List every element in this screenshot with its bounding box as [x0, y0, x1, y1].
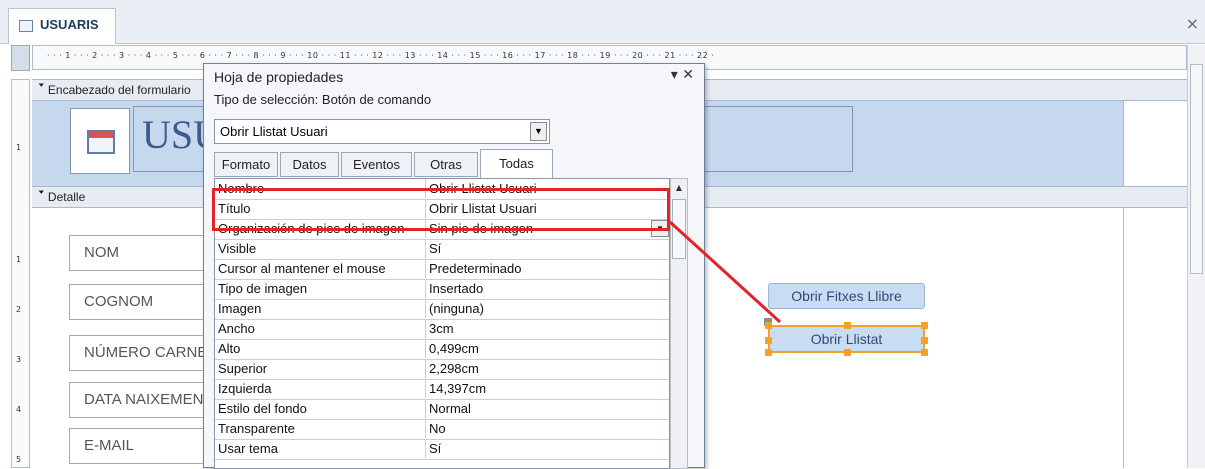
- vertical-ruler[interactable]: 1 1 2 3 4 5: [11, 79, 30, 468]
- property-row[interactable]: Izquierda 14,397cm: [215, 379, 669, 400]
- ruler-v-label: 5: [16, 455, 22, 464]
- property-name: Ancho: [218, 321, 255, 336]
- section-arrow-icon: 🢓: [38, 190, 45, 204]
- resize-handle[interactable]: [765, 337, 772, 344]
- property-row[interactable]: Superior 2,298cm: [215, 359, 669, 380]
- obrir-llistat-label: Obrir Llistat: [810, 331, 883, 347]
- highlight-box: [212, 188, 670, 231]
- ruler-v-label: 1: [16, 143, 22, 152]
- form-logo-icon: [87, 130, 115, 154]
- property-value[interactable]: (ninguna): [425, 299, 669, 318]
- property-name: Alto: [218, 341, 241, 356]
- field-email[interactable]: E-MAIL: [69, 428, 214, 464]
- section-detail-label: Detalle: [47, 190, 86, 204]
- property-value[interactable]: 3cm: [425, 319, 669, 338]
- tab-todas[interactable]: Todas: [480, 149, 553, 180]
- property-name: Usar tema: [218, 441, 278, 456]
- scroll-up-icon[interactable]: ▲: [671, 181, 687, 195]
- tab-otras[interactable]: Otras: [414, 152, 478, 177]
- property-row[interactable]: Tipo de imagen Insertado: [215, 279, 669, 300]
- close-icon[interactable]: ×: [1186, 14, 1199, 33]
- property-row[interactable]: Visible Sí: [215, 239, 669, 260]
- tab-formato[interactable]: Formato: [214, 152, 278, 177]
- property-row[interactable]: Transparente No: [215, 419, 669, 440]
- property-value[interactable]: Predeterminado: [425, 259, 669, 278]
- property-name: Visible: [218, 241, 257, 256]
- object-selector[interactable]: Obrir Llistat Usuari ▼: [214, 119, 550, 144]
- form-icon: [19, 20, 33, 32]
- property-row[interactable]: Ancho 3cm: [215, 319, 669, 340]
- property-sheet-title: Hoja de propiedades: [214, 69, 344, 85]
- resize-handle[interactable]: [844, 322, 851, 329]
- property-row[interactable]: Alto 0,499cm: [215, 339, 669, 360]
- field-data-naixement[interactable]: DATA NAIXEMENT: [69, 382, 214, 418]
- section-arrow-icon: 🢓: [38, 83, 45, 97]
- property-name: Cursor al mantener el mouse: [218, 261, 386, 276]
- property-sheet-close-icon[interactable]: ▾ ✕: [671, 67, 694, 83]
- property-value[interactable]: 2,298cm: [425, 359, 669, 378]
- property-value[interactable]: Normal: [425, 399, 669, 418]
- selection-type: Tipo de selección: Botón de comando: [214, 92, 432, 107]
- property-row[interactable]: Cursor al mantener el mouse Predeterminad…: [215, 259, 669, 280]
- document-tab-bar: [0, 0, 1205, 44]
- property-sheet[interactable]: Hoja de propiedades ▾ ✕ Tipo de selecció…: [203, 63, 705, 469]
- property-row[interactable]: Usar tema Sí: [215, 439, 669, 460]
- property-scrollbar[interactable]: ▲: [670, 178, 688, 469]
- property-value[interactable]: 14,397cm: [425, 379, 669, 398]
- resize-handle[interactable]: [921, 349, 928, 356]
- chevron-down-icon[interactable]: ▼: [530, 122, 547, 141]
- resize-handle[interactable]: [844, 349, 851, 356]
- property-value[interactable]: 0,499cm: [425, 339, 669, 358]
- detail-margin: [1123, 208, 1187, 468]
- resize-handle[interactable]: [921, 322, 928, 329]
- resize-handle[interactable]: [765, 349, 772, 356]
- form-logo[interactable]: [70, 108, 130, 174]
- tab-eventos[interactable]: Eventos: [341, 152, 412, 177]
- ruler-v-label: 4: [16, 405, 22, 414]
- field-numero-carnet[interactable]: NÚMERO CARNET: [69, 335, 214, 371]
- ruler-v-label: 1: [16, 255, 22, 264]
- ruler-v-label: 2: [16, 305, 22, 314]
- scrollbar-thumb[interactable]: [672, 199, 686, 259]
- resize-handle[interactable]: [921, 337, 928, 344]
- obrir-fitxes-llibre-button[interactable]: Obrir Fitxes Llibre: [768, 283, 925, 309]
- property-name: Transparente: [218, 421, 295, 436]
- object-selector-value: Obrir Llistat Usuari: [220, 124, 328, 139]
- scrollbar-thumb[interactable]: [1190, 64, 1203, 274]
- form-selector[interactable]: [11, 45, 30, 71]
- tab-usuaris[interactable]: USUARIS: [8, 8, 116, 44]
- property-name: Imagen: [218, 301, 262, 316]
- property-value[interactable]: No: [425, 419, 669, 438]
- property-value[interactable]: Insertado: [425, 279, 669, 298]
- property-name: Tipo de imagen: [218, 281, 308, 296]
- resize-handle[interactable]: [765, 322, 772, 329]
- property-name: Superior: [218, 361, 268, 376]
- property-row[interactable]: Estilo del fondo Normal: [215, 399, 669, 420]
- tab-label: USUARIS: [40, 17, 99, 32]
- property-row[interactable]: Imagen (ninguna): [215, 299, 669, 320]
- ruler-ticks: · · · 1 · · · 2 · · · 3 · · · 4 · · · 5 …: [47, 51, 715, 60]
- property-value[interactable]: Sí: [425, 239, 669, 258]
- field-cognom[interactable]: COGNOM: [69, 284, 214, 320]
- property-name: Estilo del fondo: [218, 401, 307, 416]
- field-nom[interactable]: NOM: [69, 235, 214, 271]
- tab-datos[interactable]: Datos: [280, 152, 339, 177]
- obrir-llistat-button[interactable]: Obrir Llistat: [765, 322, 928, 356]
- form-header-margin: [1123, 101, 1187, 186]
- property-name: Izquierda: [218, 381, 272, 396]
- property-value[interactable]: Sí: [425, 439, 669, 458]
- ruler-v-label: 3: [16, 355, 22, 364]
- logo-stripe: [89, 132, 113, 138]
- section-header-label: Encabezado del formulario: [47, 83, 191, 97]
